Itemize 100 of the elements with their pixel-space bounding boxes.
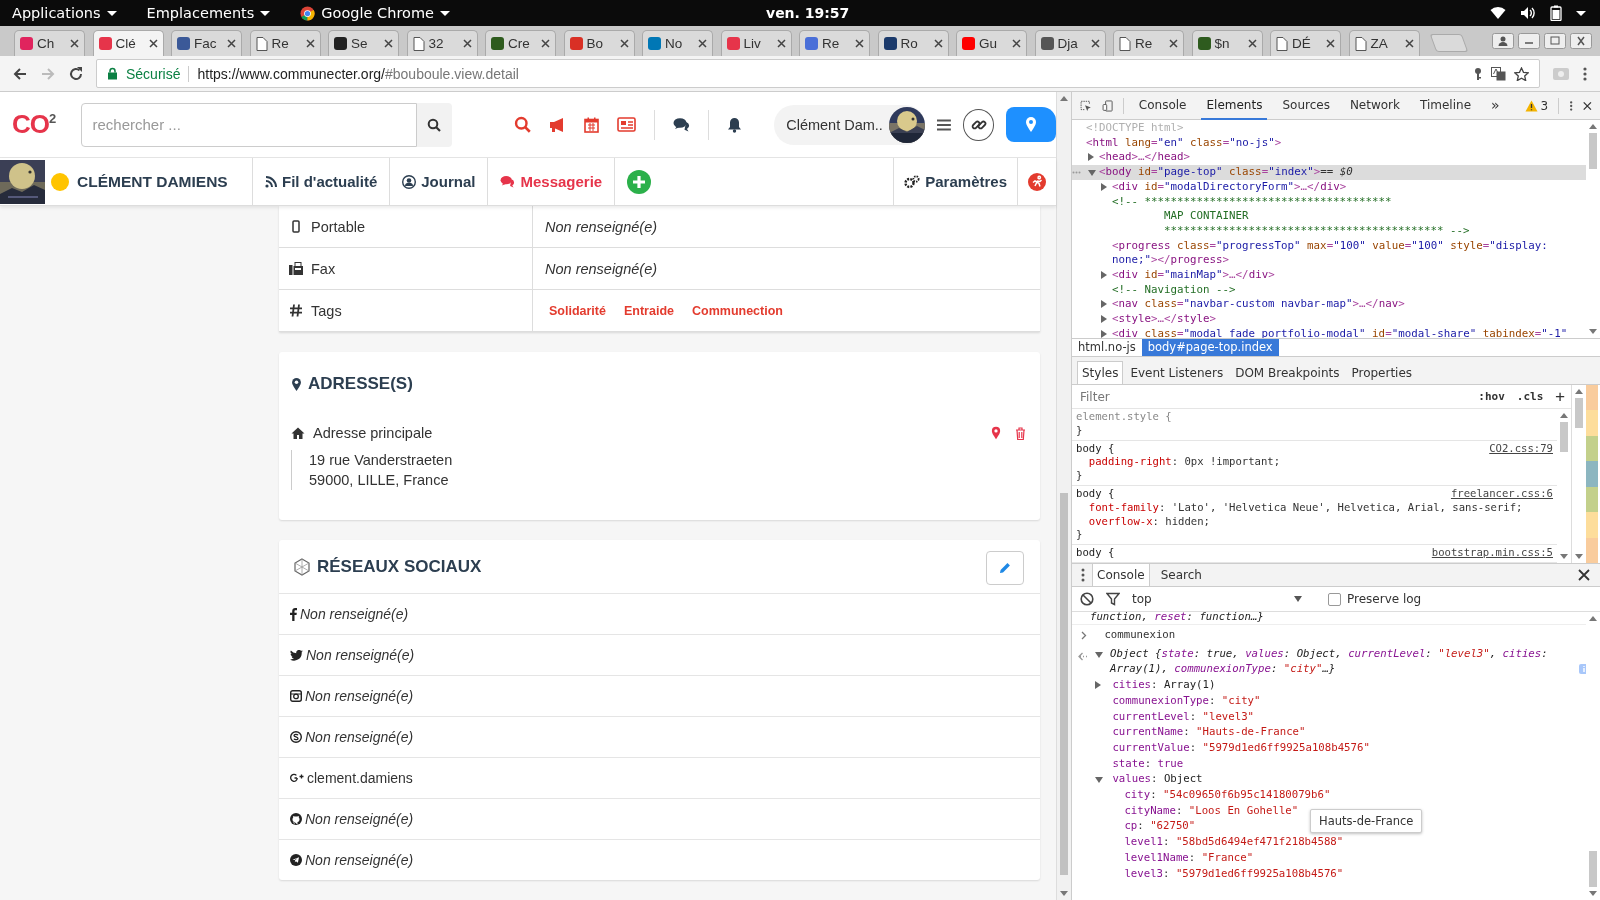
dom-node[interactable]: <nav class="navbar-custom navbar-map">…</nav> <box>1112 297 1405 313</box>
search-field[interactable]: rechercher ... <box>81 102 417 147</box>
profile-name[interactable]: CLÉMENT DAMIENS <box>77 172 252 191</box>
css-declaration[interactable]: font-family: 'Lato', 'Helvetica Neue', Helvetica, Arial, sans-serif; <box>1076 500 1553 515</box>
close-icon[interactable] <box>1326 39 1335 48</box>
devtools-tab[interactable]: Console <box>1133 91 1192 120</box>
close-icon[interactable] <box>227 39 236 48</box>
settings-button[interactable]: Paramètres <box>893 158 1017 205</box>
browser-tab[interactable]: Liv <box>720 30 792 56</box>
browser-tab[interactable]: Clé <box>92 30 164 56</box>
lock-icon[interactable] <box>107 67 118 80</box>
logo[interactable]: CO$^{2}$ <box>12 109 70 140</box>
scrollbar[interactable] <box>1056 92 1071 900</box>
browser-tab[interactable]: No <box>642 30 713 56</box>
css-declaration[interactable]: overflow-x: hidden; <box>1076 514 1553 529</box>
devtools-tab[interactable]: Timeline <box>1415 91 1477 120</box>
user-menu[interactable]: Clément Dam.. <box>774 104 925 145</box>
disclosure-triangle-icon[interactable] <box>1101 182 1107 191</box>
browser-tab[interactable]: Cre <box>485 30 556 56</box>
more-options-icon[interactable] <box>1080 567 1086 583</box>
disclosure-triangle-icon[interactable] <box>1095 681 1101 690</box>
nav-tab[interactable]: Messagerie <box>487 158 615 205</box>
browser-tab[interactable]: Ro <box>877 30 949 56</box>
context-dropdown[interactable]: top <box>1132 592 1302 606</box>
close-icon[interactable] <box>541 39 550 48</box>
system-menu[interactable]: Emplacements <box>134 5 283 21</box>
caret-icon[interactable] <box>1576 10 1586 16</box>
battery-icon[interactable] <box>1550 5 1562 21</box>
nav-tab[interactable]: Journal <box>389 158 488 205</box>
back-icon[interactable] <box>12 65 28 82</box>
object-summary[interactable]: Object {state: true, values: Object, currentLevel: "level3", cities: Array(1), communexionType: "city"…} <box>1110 645 1575 678</box>
browser-tab[interactable]: Fac <box>171 30 242 56</box>
url-text[interactable]: https://www.communecter.org/#bouboule.view.detail <box>197 65 519 82</box>
trash-icon[interactable] <box>1015 426 1026 440</box>
filter-icon[interactable] <box>1106 592 1120 606</box>
breadcrumb[interactable]: body#page-top.index <box>1141 339 1279 356</box>
star-icon[interactable] <box>1514 66 1529 81</box>
browser-tab[interactable]: $n <box>1191 30 1263 56</box>
map-button[interactable] <box>1006 107 1056 142</box>
checkbox[interactable] <box>1328 592 1341 606</box>
close-window-button[interactable] <box>1570 33 1592 49</box>
tag-link[interactable]: Entraide <box>619 303 674 318</box>
drawer-tab[interactable]: Search <box>1155 563 1207 586</box>
reload-icon[interactable] <box>68 65 84 82</box>
browser-tab[interactable]: Gu <box>956 30 1027 56</box>
disclosure-triangle-icon[interactable] <box>1088 170 1096 177</box>
hover-state-toggle[interactable]: :hov <box>1478 390 1505 403</box>
system-menu[interactable]: Applications <box>0 5 129 21</box>
breadcrumb[interactable]: html.no-js <box>1072 339 1142 356</box>
close-icon[interactable] <box>384 39 393 48</box>
close-icon[interactable] <box>619 39 629 48</box>
dom-comment[interactable]: <!-- Navigation --> <box>1112 282 1236 298</box>
close-icon[interactable] <box>305 39 315 48</box>
clear-console-icon[interactable] <box>1080 592 1094 606</box>
tag-link[interactable]: Solidarité <box>545 303 606 318</box>
devtools-tab[interactable]: Sources <box>1277 91 1335 120</box>
panel-tab[interactable]: Event Listeners <box>1125 361 1229 384</box>
panel-tab[interactable]: Properties <box>1346 361 1418 384</box>
browser-tab[interactable]: Dja <box>1034 30 1106 56</box>
close-icon[interactable] <box>1578 569 1590 581</box>
secure-label[interactable]: Sécurisé <box>126 65 181 82</box>
close-icon[interactable] <box>776 39 786 48</box>
key-icon[interactable] <box>1473 66 1483 81</box>
close-icon[interactable] <box>70 39 79 48</box>
clock[interactable]: ven. 19:57 <box>766 5 850 21</box>
search-button[interactable] <box>416 102 453 147</box>
disclosure-triangle-icon[interactable] <box>1095 777 1103 784</box>
source-link[interactable]: freelancer.css:6 <box>1450 487 1553 501</box>
close-icon[interactable] <box>148 39 158 48</box>
disclosure-triangle-icon[interactable] <box>1095 651 1103 658</box>
system-menu[interactable]: Google Chrome <box>288 5 462 21</box>
devtools-tab[interactable]: Network <box>1344 91 1405 120</box>
device-icon[interactable] <box>1101 97 1114 114</box>
new-rule-button[interactable]: + <box>1555 387 1565 406</box>
calendar-icon[interactable] <box>584 116 600 133</box>
checkbox-label[interactable]: Preserve log <box>1347 592 1422 606</box>
more-tabs-button[interactable]: » <box>1486 91 1505 120</box>
browser-tab[interactable]: 32 <box>406 30 478 56</box>
browser-tab[interactable]: Re <box>799 30 870 56</box>
profile-icon[interactable] <box>1492 33 1514 49</box>
devtools-tab[interactable]: Elements <box>1201 91 1268 120</box>
menu-icon[interactable] <box>1582 65 1588 82</box>
newspaper-icon[interactable] <box>617 117 637 132</box>
close-icon[interactable] <box>462 39 472 48</box>
close-icon[interactable] <box>1090 39 1100 48</box>
browser-tab[interactable]: Re <box>1113 30 1184 56</box>
nav-tab[interactable]: Fil d'actualité <box>252 158 390 205</box>
close-icon[interactable] <box>1583 99 1592 112</box>
browser-tab[interactable]: DÉ <box>1270 30 1341 56</box>
dom-comment[interactable]: <!-- ************************************** MAP CONTAINER ******************************************* --> <box>1112 194 1470 239</box>
close-icon[interactable] <box>1404 39 1414 48</box>
warning-count[interactable]: 3 <box>1524 98 1549 113</box>
close-icon[interactable] <box>1247 39 1257 48</box>
drawer-tab[interactable]: Console <box>1092 563 1150 586</box>
dom-node[interactable]: <progress class="progressTop" max="100" value="100" style="display: none;"></progress> <box>1112 238 1582 269</box>
browser-tab[interactable]: ZA <box>1348 30 1420 56</box>
wifi-icon[interactable] <box>1490 6 1506 20</box>
browser-tab[interactable]: Se <box>328 30 399 56</box>
dom-node[interactable]: <div id="modalDirectoryForm">…</div> <box>1112 179 1347 195</box>
menu-icon[interactable] <box>936 118 951 131</box>
